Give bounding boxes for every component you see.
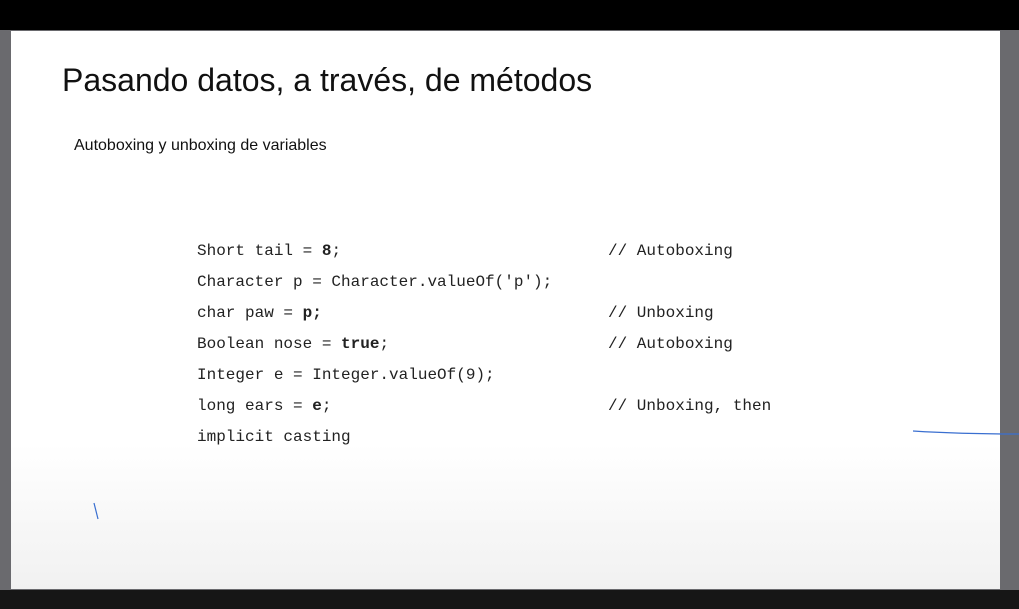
code-comment: // Autoboxing bbox=[608, 335, 733, 353]
code-text: implicit casting bbox=[197, 428, 351, 446]
code-bold-text: 8 bbox=[321, 242, 332, 260]
code-line: Short tail = 8; // Autoboxing bbox=[197, 237, 837, 268]
code-text: Integer e = Integer.valueOf(9); bbox=[197, 366, 495, 384]
code-text: long ears = bbox=[197, 397, 313, 415]
code-block: Short tail = 8; // Autoboxing Character p… bbox=[197, 237, 837, 454]
slide-title: Pasando datos, a través, de métodos bbox=[62, 62, 593, 98]
code-comment: // Unboxing bbox=[608, 304, 714, 322]
code-comment: // Unboxing, then bbox=[608, 397, 772, 415]
code-text: ; bbox=[321, 397, 332, 415]
code-bold-text: p; bbox=[302, 304, 322, 322]
bottom-black-bar bbox=[0, 590, 1019, 609]
code-line: long ears = e; // Unboxing, then bbox=[197, 392, 837, 423]
code-text: Boolean nose = bbox=[197, 335, 342, 353]
presentation-slide: Pasando datos, a través, de métodos Auto… bbox=[11, 31, 1000, 589]
code-line: Integer e = Integer.valueOf(9); bbox=[197, 361, 837, 392]
code-line: Boolean nose = true; // Autoboxing bbox=[197, 330, 837, 361]
code-line: char paw = p; // Unboxing bbox=[197, 299, 837, 330]
code-text: Character p = Character.valueOf('p'); bbox=[197, 273, 553, 291]
code-comment: // Autoboxing bbox=[608, 242, 733, 260]
code-text: Short tail = bbox=[197, 242, 322, 260]
code-bold-text: e bbox=[312, 397, 322, 415]
top-black-bar bbox=[0, 0, 1019, 30]
code-text: ; bbox=[379, 335, 390, 353]
code-line: implicit casting bbox=[197, 423, 837, 454]
code-text: ; bbox=[331, 242, 342, 260]
code-text: char paw = bbox=[197, 304, 303, 322]
code-line: Character p = Character.valueOf('p'); bbox=[197, 268, 837, 299]
code-bold-text: true bbox=[341, 335, 380, 353]
slide-subtitle: Autoboxing y unboxing de variables bbox=[74, 137, 327, 154]
